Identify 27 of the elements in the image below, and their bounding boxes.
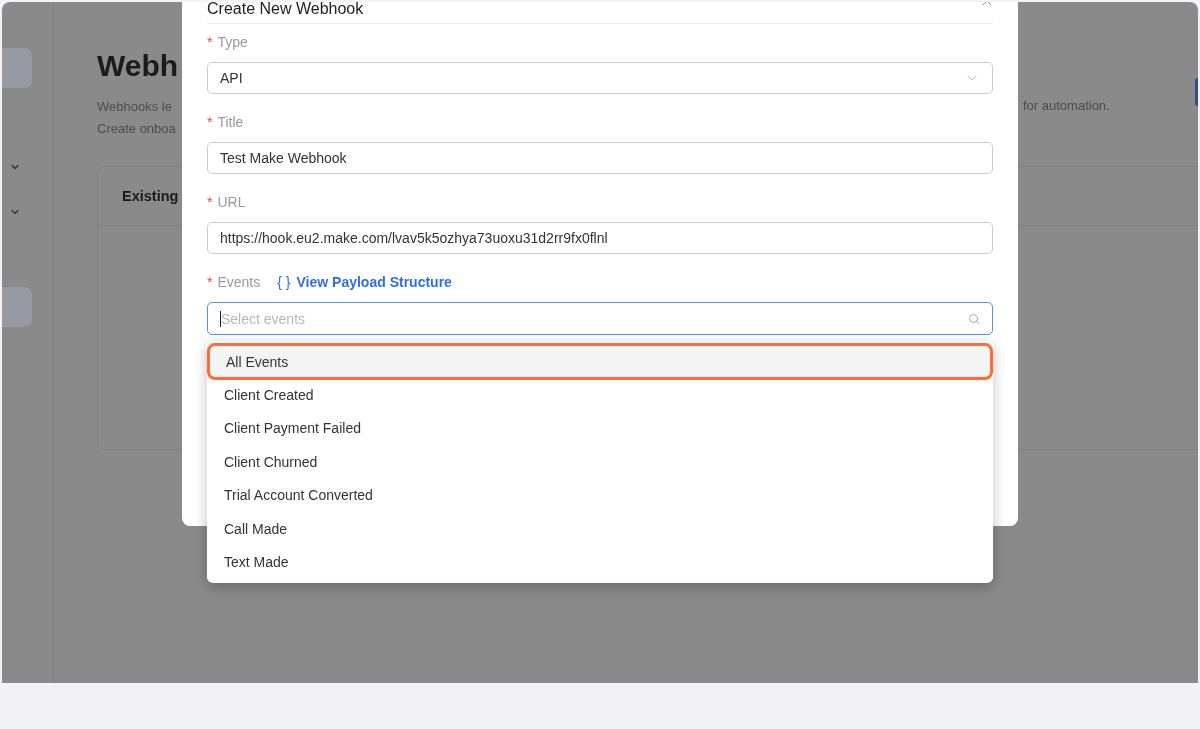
field-label: Events <box>217 274 261 290</box>
type-select[interactable]: API <box>207 62 993 94</box>
required-mark: * <box>207 194 213 210</box>
page-description: Webhooks le <box>97 98 173 116</box>
required-mark: * <box>207 114 213 130</box>
field-label: URL <box>217 194 246 210</box>
event-option[interactable]: Client Payment Failed <box>207 411 993 446</box>
text-input[interactable]: Test Make Webhook <box>207 142 993 174</box>
event-option[interactable]: Text Made <box>207 545 993 579</box>
page-description: Create onboa <box>97 120 177 138</box>
text-input[interactable]: https://hook.eu2.make.com/lvav5k5ozhya73uoxu31d2rr9fx0flnl <box>207 222 993 254</box>
required-mark: * <box>207 34 213 50</box>
view-payload-link[interactable]: { } View Payload Structure <box>277 274 452 290</box>
search-icon <box>968 312 980 325</box>
dialog-title: Create New Webhook <box>207 2 364 19</box>
card-title: Existing <box>122 188 179 204</box>
event-option[interactable]: Client Churned <box>207 445 993 479</box>
event-option[interactable]: All Events <box>209 345 991 379</box>
event-option[interactable]: Client Created <box>207 378 993 412</box>
event-option[interactable]: Call Made <box>207 511 993 546</box>
event-option[interactable]: Trial Account Converted <box>207 478 993 512</box>
button[interactable] <box>1195 78 1198 106</box>
page-description: for automation. <box>1023 98 1110 113</box>
field-label: Title <box>217 114 244 130</box>
field-label: Type <box>217 34 248 50</box>
required-mark: * <box>207 274 213 290</box>
page-title: Webh <box>97 48 180 84</box>
